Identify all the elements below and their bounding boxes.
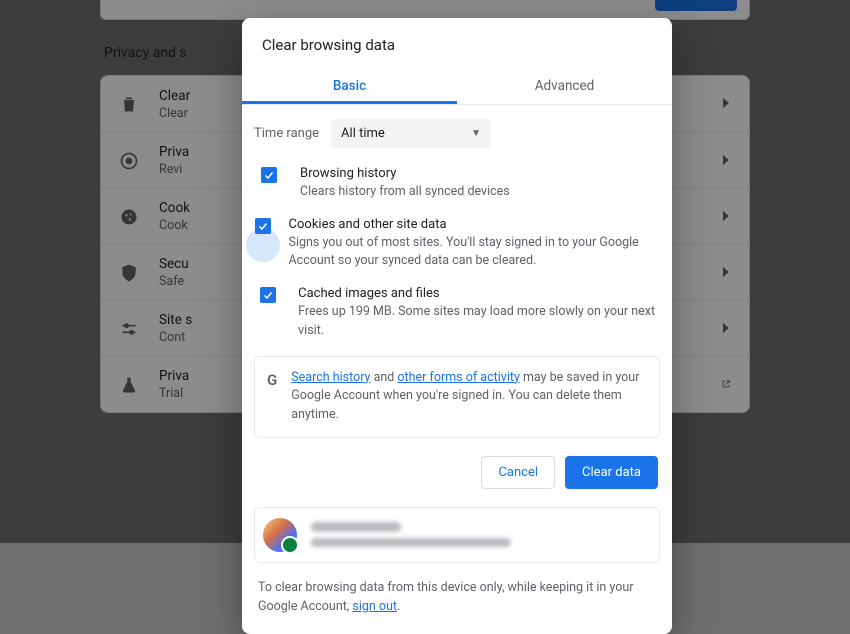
clear-data-button[interactable]: Clear data <box>565 456 658 489</box>
option-cache: Cached images and files Frees up 199 MB.… <box>242 278 672 347</box>
avatar <box>263 518 297 552</box>
option-title: Cookies and other site data <box>289 217 660 232</box>
info-text: Search history and other forms of activi… <box>291 369 647 425</box>
sign-out-link[interactable]: sign out <box>352 599 397 614</box>
option-desc: Signs you out of most sites. You'll stay… <box>289 234 660 270</box>
tab-basic[interactable]: Basic <box>242 68 457 104</box>
time-range-select[interactable]: All time ▼ <box>331 119 491 148</box>
dialog-tabs: Basic Advanced <box>242 68 672 105</box>
time-range-label: Time range <box>254 126 319 141</box>
cancel-button[interactable]: Cancel <box>481 456 555 489</box>
checkbox-cookies[interactable] <box>255 218 271 234</box>
time-range-value: All time <box>341 126 385 141</box>
other-activity-link[interactable]: other forms of activity <box>397 370 519 385</box>
option-desc: Frees up 199 MB. Some sites may load mor… <box>298 303 660 339</box>
tab-advanced[interactable]: Advanced <box>457 68 672 104</box>
footer-note: To clear browsing data from this device … <box>242 571 672 631</box>
option-desc: Clears history from all synced devices <box>300 183 510 201</box>
caret-down-icon: ▼ <box>471 128 481 139</box>
option-cookies: Cookies and other site data Signs you ou… <box>242 209 672 278</box>
time-range-row: Time range All time ▼ <box>242 105 672 158</box>
dialog-title: Clear browsing data <box>242 18 672 68</box>
synced-user-row <box>254 507 660 563</box>
search-history-link[interactable]: Search history <box>291 370 370 385</box>
option-title: Cached images and files <box>298 286 660 301</box>
google-icon: G <box>267 369 277 389</box>
checkbox-browsing-history[interactable] <box>261 167 277 183</box>
option-title: Browsing history <box>300 166 510 181</box>
option-browsing-history: Browsing history Clears history from all… <box>242 158 672 209</box>
clear-browsing-data-dialog: Clear browsing data Basic Advanced Time … <box>242 18 672 634</box>
checkbox-cache[interactable] <box>260 287 276 303</box>
user-identity-redacted <box>311 522 511 547</box>
google-activity-info: G Search history and other forms of acti… <box>254 356 660 438</box>
dialog-actions: Cancel Clear data <box>242 442 672 507</box>
